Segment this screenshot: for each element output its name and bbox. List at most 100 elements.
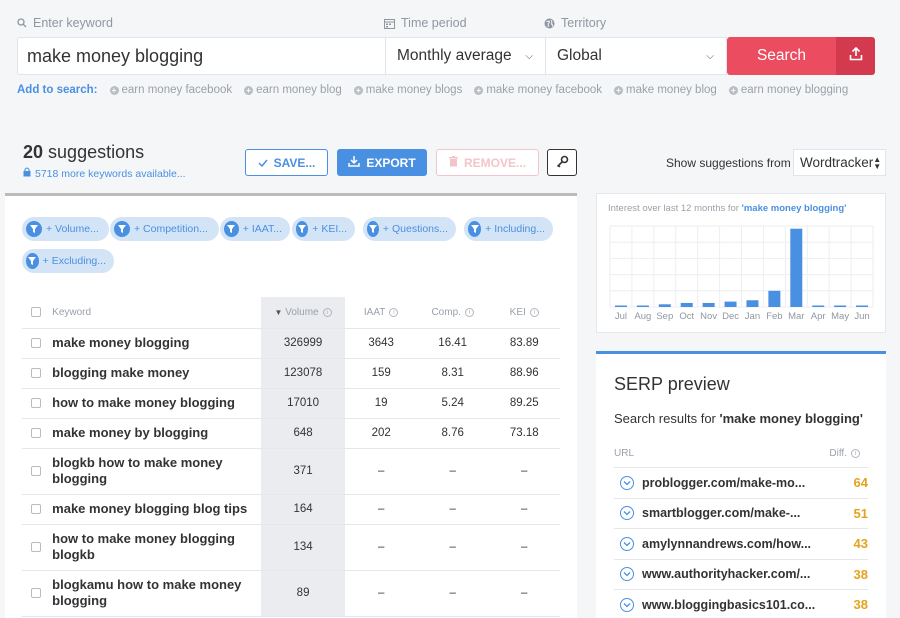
row-checkbox[interactable]	[31, 397, 41, 408]
expand-circle-icon[interactable]	[620, 506, 634, 521]
territory-select[interactable]: Global ⌵	[546, 37, 727, 75]
serp-row[interactable]: problogger.com/make-mo... 64	[614, 467, 868, 498]
keyword-cell[interactable]: make money by blogging	[44, 418, 261, 449]
select-all-checkbox[interactable]	[31, 307, 41, 318]
table-row[interactable]: make money blogging blog tips 164– – –	[22, 494, 560, 525]
row-checkbox[interactable]	[31, 503, 41, 514]
info-icon[interactable]: i	[464, 307, 474, 317]
keyword-cell[interactable]: make money blogging	[44, 328, 261, 359]
serp-url[interactable]: smartblogger.com/make-...	[642, 506, 840, 520]
source-label: Show suggestions from	[666, 156, 791, 170]
filter-chip[interactable]: + IAAT...	[220, 217, 290, 241]
period-select[interactable]: Monthly average ⌵	[386, 37, 546, 75]
month-label: Jun	[854, 311, 869, 322]
keyword-input[interactable]	[17, 37, 386, 75]
header-volume[interactable]: ▼ Volume i	[260, 297, 346, 329]
add-to-search-chip[interactable]: + make money facebook	[474, 84, 602, 96]
serp-row[interactable]: smartblogger.com/make-... 51	[614, 497, 868, 529]
filter-chip-label: + Competition...	[134, 223, 208, 235]
sort-arrows-icon: ▲ ▼	[873, 154, 882, 171]
row-checkbox[interactable]	[31, 427, 41, 438]
save-button[interactable]: SAVE...	[245, 149, 328, 176]
filter-chip[interactable]: + KEI...	[292, 217, 355, 241]
keyword-cell[interactable]: make money blogging blog tips	[44, 494, 261, 525]
trend-bar[interactable]	[834, 305, 847, 308]
trend-bar[interactable]	[680, 302, 693, 307]
table-row[interactable]: blogging make money 123078 159 8.31 88.96	[22, 358, 560, 389]
filter-chip[interactable]: + Volume...	[22, 217, 109, 241]
add-to-search-chip[interactable]: + make money blog	[614, 84, 717, 96]
kei-cell: 83.89	[488, 328, 560, 359]
row-checkbox[interactable]	[31, 541, 41, 552]
trend-title-prefix: Interest over last 12 months for	[608, 203, 739, 214]
table-row[interactable]: how to make money blogging blogkb 134– – –	[22, 524, 560, 571]
month-label: Feb	[766, 311, 782, 322]
info-icon[interactable]: i	[322, 307, 332, 317]
keyword-cell[interactable]: blogkamu how to make money blogging	[44, 570, 261, 617]
source-select[interactable]: Wordtracker ▲ ▼	[793, 149, 886, 176]
add-to-search-chip-label: make money blogs	[365, 84, 463, 96]
serp-url[interactable]: www.bloggingbasics101.co...	[642, 598, 840, 612]
header-kei[interactable]: KEI i	[488, 297, 560, 329]
search-button[interactable]: Search	[727, 37, 836, 75]
keyword-cell[interactable]: blogkb how to make money blogging	[44, 448, 261, 495]
more-keywords-link[interactable]: 5718 more keywords available...	[23, 167, 186, 180]
upload-icon	[849, 46, 863, 66]
keyword-cell[interactable]: how to make money blogging	[44, 388, 261, 419]
comp-cell: 16.41	[416, 328, 489, 359]
expand-circle-icon[interactable]	[620, 597, 634, 612]
table-row[interactable]: blogkamu how to make money blogging 89– – –	[22, 570, 560, 617]
serp-row[interactable]: amylynnandrews.com/how... 43	[614, 528, 868, 559]
info-icon[interactable]: i	[851, 448, 860, 458]
kei-cell: –	[488, 448, 560, 495]
upload-button[interactable]	[836, 37, 875, 75]
info-icon[interactable]: i	[389, 307, 399, 317]
filter-chip[interactable]: + Excluding...	[22, 249, 114, 273]
api-key-button[interactable]	[547, 149, 577, 176]
trend-bar[interactable]	[746, 300, 759, 307]
filter-chip[interactable]: + Questions...	[363, 217, 456, 241]
filter-icon	[224, 221, 239, 237]
table-row[interactable]: blogkb how to make money blogging 371– – –	[22, 448, 560, 495]
remove-button[interactable]: REMOVE...	[436, 149, 539, 176]
filter-chip[interactable]: + Competition...	[110, 217, 219, 241]
expand-circle-icon[interactable]	[620, 536, 634, 551]
header-iaat[interactable]: IAAT i	[345, 297, 417, 329]
row-checkbox[interactable]	[31, 337, 41, 348]
add-to-search-chip[interactable]: + earn money blogging	[728, 84, 849, 96]
trend-bar[interactable]	[790, 228, 803, 307]
serp-url[interactable]: www.authorityhacker.com/...	[642, 567, 840, 581]
trend-bar[interactable]	[856, 305, 869, 308]
filter-chip[interactable]: + Including...	[464, 217, 553, 241]
trend-bar[interactable]	[812, 305, 825, 308]
serp-url[interactable]: problogger.com/make-mo...	[642, 476, 840, 490]
trend-bar[interactable]	[658, 304, 671, 307]
expand-circle-icon[interactable]	[620, 567, 634, 582]
add-to-search-chip[interactable]: + earn money facebook	[109, 84, 232, 96]
serp-url[interactable]: amylynnandrews.com/how...	[642, 537, 840, 551]
keyword-cell[interactable]: how to make money blogging blogkb	[44, 524, 261, 571]
header-keyword[interactable]: Keyword	[44, 297, 261, 329]
row-checkbox[interactable]	[31, 587, 41, 598]
trend-bar[interactable]	[724, 301, 737, 307]
add-to-search-chip-label: earn money blogging	[740, 84, 849, 96]
add-to-search-chip[interactable]: + earn money blog	[244, 84, 342, 96]
trend-bar[interactable]	[702, 302, 715, 307]
export-button[interactable]: EXPORT	[337, 149, 427, 176]
serp-row[interactable]: www.bloggingbasics101.co... 38	[614, 589, 868, 618]
trend-bar[interactable]	[614, 305, 627, 308]
header-comp[interactable]: Comp. i	[416, 297, 489, 329]
expand-circle-icon[interactable]	[620, 475, 634, 490]
serp-row[interactable]: www.authorityhacker.com/... 38	[614, 558, 868, 590]
trend-bar[interactable]	[636, 305, 649, 308]
add-to-search-chip[interactable]: + make money blogs	[353, 84, 463, 96]
table-row[interactable]: how to make money blogging 17010 19 5.24 89.…	[22, 388, 560, 419]
comp-cell: 8.31	[416, 358, 489, 389]
trend-bar[interactable]	[768, 290, 781, 307]
table-row[interactable]: make money by blogging 648 202 8.76 73.18	[22, 418, 560, 449]
row-checkbox[interactable]	[31, 465, 41, 476]
row-checkbox[interactable]	[31, 367, 41, 378]
keyword-cell[interactable]: blogging make money	[44, 358, 261, 389]
table-row[interactable]: make money blogging 326999 3643 16.41 83.89	[22, 328, 560, 359]
info-icon[interactable]: i	[529, 307, 539, 317]
